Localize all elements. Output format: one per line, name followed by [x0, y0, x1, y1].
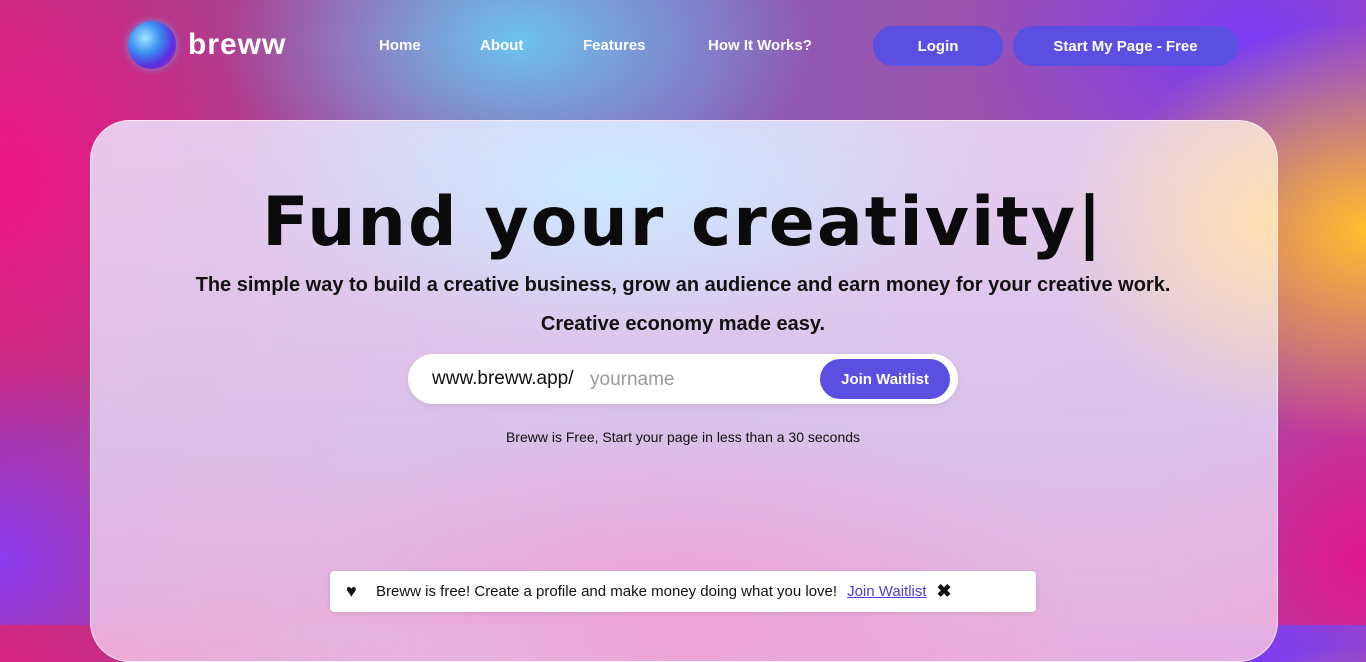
brand-logo[interactable]: breww [128, 21, 286, 69]
heart-icon: ♥ [346, 581, 357, 601]
brand-name: breww [188, 28, 287, 61]
signup-form: www.breww.app/ Join Waitlist [408, 354, 958, 404]
logo-icon [128, 21, 176, 69]
hero-tagline: Creative economy made easy. [540, 313, 826, 335]
promo-banner: ♥ Breww is free! Create a profile and ma… [330, 571, 1036, 612]
banner-join-waitlist-link[interactable]: Join Waitlist [847, 583, 926, 600]
hero-note: Breww is Free, Start your page in less t… [505, 429, 861, 445]
nav-features[interactable]: Features [583, 37, 646, 54]
close-icon[interactable]: ✖ [937, 581, 952, 602]
username-input[interactable] [588, 364, 812, 396]
url-prefix: www.breww.app/ [432, 368, 574, 389]
login-button[interactable]: Login [873, 26, 1003, 66]
nav-home[interactable]: Home [379, 37, 421, 54]
start-my-page-button[interactable]: Start My Page - Free [1013, 26, 1238, 66]
hero-subtitle: The simple way to build a creative busin… [195, 274, 1171, 296]
join-waitlist-button[interactable]: Join Waitlist [820, 359, 950, 399]
nav-how-it-works[interactable]: How It Works? [708, 37, 812, 54]
nav-about[interactable]: About [480, 37, 523, 54]
hero-title: Fund your creativity| [262, 183, 1104, 262]
banner-text: Breww is free! Create a profile and make… [376, 583, 838, 600]
top-navigation: breww Home About Features How It Works? … [0, 0, 1366, 92]
